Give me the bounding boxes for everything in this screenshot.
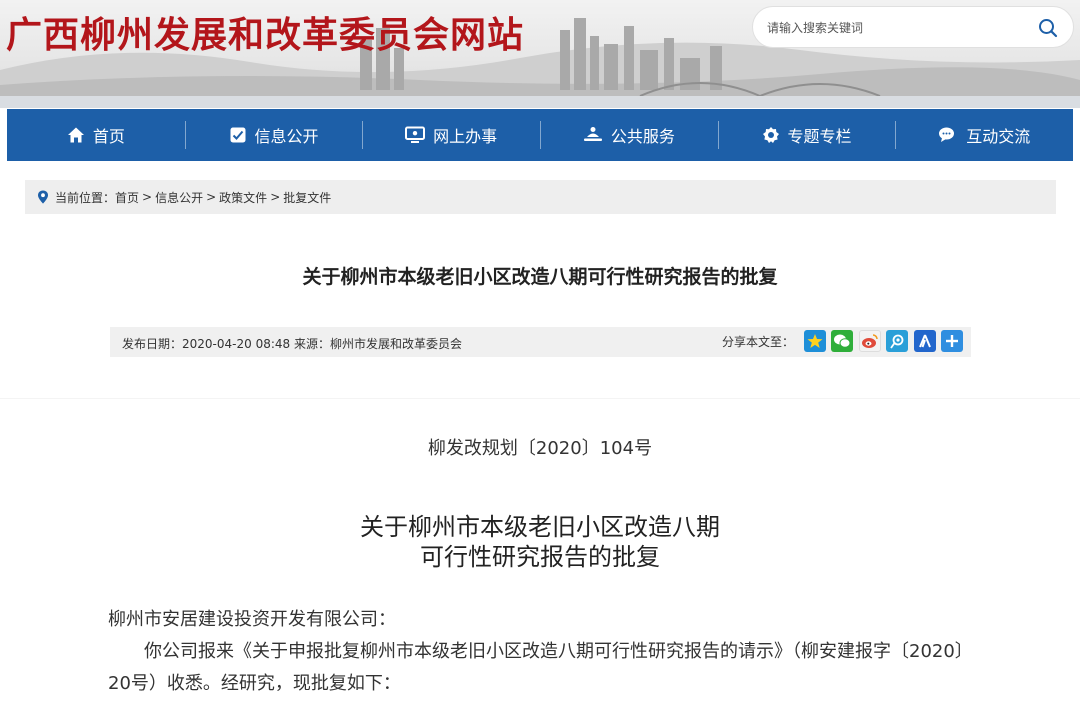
publish-info: 发布日期：2020-04-20 08:48 来源：柳州市发展和改革委员会	[122, 335, 462, 352]
location-pin-icon	[38, 190, 48, 204]
site-title: 广西柳州发展和改革委员会网站	[6, 14, 525, 56]
breadcrumb-separator: >	[206, 190, 217, 204]
nav-item-home[interactable]: 首页	[7, 109, 185, 161]
breadcrumb-separator: >	[142, 190, 153, 204]
article-meta-bar: 发布日期：2020-04-20 08:48 来源：柳州市发展和改革委员会 分享本…	[110, 327, 971, 357]
nav-label: 网上办事	[433, 127, 498, 146]
nav-label: 专题专栏	[787, 127, 852, 146]
document-title-line: 关于柳州市本级老旧小区改造八期	[360, 513, 720, 541]
source-value: 柳州市发展和改革委员会	[330, 337, 463, 351]
document-body-paragraph: 你公司报来《关于申报批复柳州市本级老旧小区改造八期可行性研究报告的请示》（柳安建…	[108, 641, 964, 694]
publish-date-label: 发布日期：	[122, 337, 183, 351]
breadcrumb-info-public[interactable]: 信息公开	[155, 189, 203, 206]
nav-item-info[interactable]: 信息公开	[184, 109, 363, 161]
info-icon	[230, 127, 245, 143]
breadcrumb-separator: >	[270, 190, 281, 204]
share-bar: 分享本文至：	[722, 330, 963, 352]
search-input[interactable]	[767, 17, 1017, 39]
document-number: 柳发改规划〔2020〕104号	[427, 438, 653, 459]
tencent-weibo-icon[interactable]	[886, 330, 908, 352]
badge-icon	[762, 127, 779, 143]
search-icon[interactable]	[1037, 17, 1059, 39]
service-icon	[583, 127, 602, 141]
monitor-icon	[405, 126, 426, 143]
nav-item-interaction[interactable]: 互动交流	[895, 109, 1073, 161]
header-banner: 广西柳州发展和改革委员会网站	[0, 0, 1080, 108]
nav-label: 公共服务	[610, 127, 675, 146]
more-share-icon[interactable]	[941, 330, 963, 352]
breadcrumb-approval-docs[interactable]: 批复文件	[283, 189, 331, 206]
nav-label: 互动交流	[966, 127, 1031, 146]
breadcrumb-prefix: 当前位置：	[55, 190, 116, 205]
search-box	[752, 6, 1074, 48]
weibo-icon[interactable]	[858, 330, 881, 352]
section-divider	[0, 398, 1080, 399]
breadcrumb-home[interactable]: 首页	[115, 189, 139, 206]
document-title: 关于柳州市本级老旧小区改造八期 可行性研究报告的批复	[0, 512, 1080, 572]
home-icon	[67, 127, 84, 143]
qzone-icon[interactable]	[803, 330, 826, 352]
main-nav: 首页 信息公开 网上办事 公共服务 专题专栏 互动交流	[7, 109, 1073, 161]
chat-icon	[939, 127, 955, 142]
nav-label: 首页	[92, 127, 125, 146]
share-label: 分享本文至：	[721, 334, 794, 349]
article-title: 关于柳州市本级老旧小区改造八期可行性研究报告的批复	[302, 266, 778, 288]
document-title-line: 可行性研究报告的批复	[420, 543, 660, 571]
renren-icon[interactable]	[913, 330, 936, 352]
breadcrumb: 当前位置： 首页 > 信息公开 > 政策文件 > 批复文件	[25, 180, 1056, 214]
wechat-icon[interactable]	[831, 330, 853, 352]
document-salutation: 柳州市安居建设投资开发有限公司：	[108, 609, 396, 630]
nav-item-special-topics[interactable]: 专题专栏	[717, 109, 896, 161]
nav-item-public-service[interactable]: 公共服务	[540, 109, 718, 161]
nav-label: 信息公开	[254, 127, 319, 146]
nav-item-online-service[interactable]: 网上办事	[362, 109, 540, 161]
source-label: 来源：	[293, 337, 330, 351]
publish-date: 2020-04-20 08:48	[182, 337, 291, 351]
breadcrumb-policy-docs[interactable]: 政策文件	[219, 189, 267, 206]
